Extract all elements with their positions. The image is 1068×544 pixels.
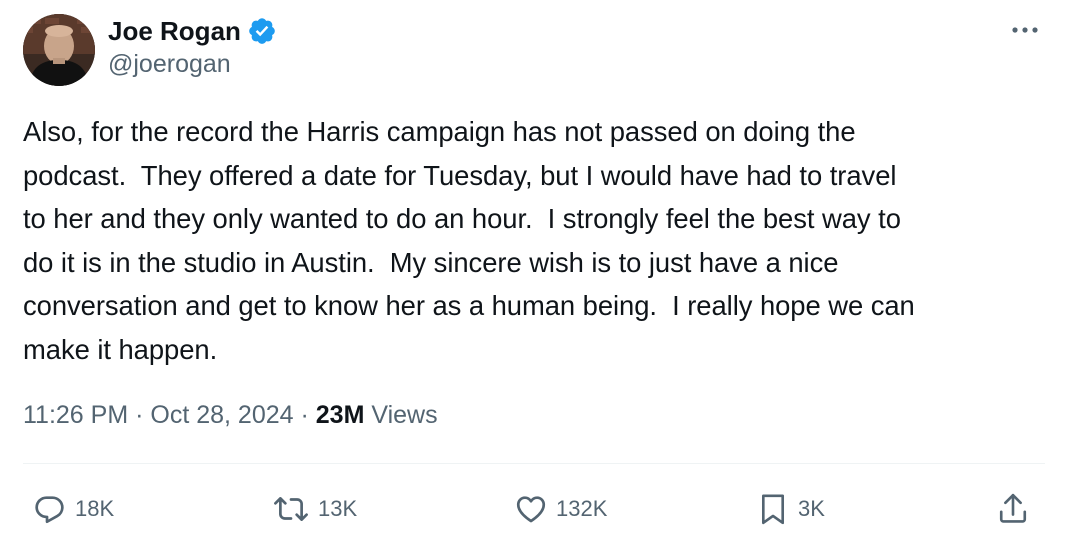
like-count: 132K bbox=[556, 496, 608, 521]
reply-icon bbox=[35, 496, 64, 524]
author-handle[interactable]: @joerogan bbox=[108, 50, 231, 79]
reply-button[interactable]: 18K bbox=[33, 484, 114, 534]
views-label: Views bbox=[371, 401, 438, 429]
meta-separator: · bbox=[300, 401, 309, 429]
display-name: Joe Rogan bbox=[108, 15, 241, 46]
author-name-link[interactable]: Joe Rogan bbox=[108, 14, 277, 48]
share-icon bbox=[999, 493, 1027, 523]
meta-separator: · bbox=[135, 401, 144, 429]
reply-count: 18K bbox=[75, 496, 115, 521]
bookmark-button[interactable]: 3K bbox=[756, 484, 825, 534]
repost-button[interactable]: 13K bbox=[272, 484, 357, 534]
tweet-meta: 11:26 PM · Oct 28, 2024 · 23M Views bbox=[23, 398, 438, 432]
heart-icon bbox=[516, 496, 546, 523]
views-count: 23M bbox=[315, 401, 365, 429]
bookmark-count: 3K bbox=[798, 496, 825, 521]
share-button[interactable] bbox=[996, 484, 1030, 534]
more-horizontal-icon bbox=[1012, 27, 1038, 33]
bookmark-icon bbox=[761, 494, 785, 525]
like-button[interactable]: 132K bbox=[514, 484, 607, 534]
verified-badge-icon[interactable] bbox=[247, 16, 277, 46]
avatar[interactable] bbox=[23, 14, 95, 86]
repost-icon bbox=[274, 497, 308, 521]
tweet-time[interactable]: 11:26 PM bbox=[23, 401, 128, 429]
divider bbox=[23, 463, 1045, 464]
more-button[interactable] bbox=[1010, 20, 1040, 40]
tweet-date[interactable]: Oct 28, 2024 bbox=[150, 401, 293, 429]
action-bar: 18K 13K 132K 3K bbox=[0, 484, 1068, 534]
repost-count: 13K bbox=[318, 496, 358, 521]
avatar-image bbox=[23, 14, 95, 86]
tweet-text: Also, for the record the Harris campaign… bbox=[23, 116, 915, 365]
